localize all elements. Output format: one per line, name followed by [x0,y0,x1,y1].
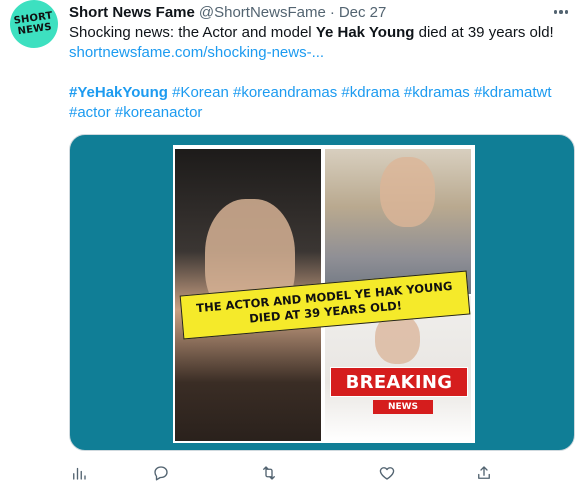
like-icon[interactable] [377,463,397,483]
text-prefix: Shocking news: the Actor and model [69,24,316,41]
reply-icon[interactable] [151,463,171,483]
hashtag[interactable]: #YeHakYoung [69,84,168,101]
tweet-text-line: Shocking news: the Actor and model Ye Ha… [69,23,569,43]
retweet-icon[interactable] [259,463,279,483]
hashtag[interactable]: #koreanactor [115,104,203,121]
author-handle[interactable]: @ShortNewsFame [199,4,326,21]
news-collage-image: THE ACTOR AND MODEL YE HAK YOUNG DIED AT… [173,145,475,443]
hashtags-line1: #YeHakYoung #Korean #koreandramas #kdram… [69,83,569,103]
more-options-icon[interactable] [551,2,571,22]
separator: · [329,3,335,21]
news-text: NEWS [387,402,419,412]
hashtag[interactable]: #kdrama [341,84,399,101]
breaking-label: BREAKING [330,367,468,397]
hashtags-line2: #actor #koreanactor [69,103,569,123]
tweet-date[interactable]: Dec 27 [339,4,387,21]
author-name[interactable]: Short News Fame [69,4,195,21]
tweet-actions [69,463,549,483]
hashtag[interactable]: #kdramas [404,84,470,101]
tweet-media[interactable]: THE ACTOR AND MODEL YE HAK YOUNG DIED AT… [69,134,575,451]
text-bold-name: Ye Hak Young [315,24,415,41]
avatar[interactable]: SHORT NEWS [6,0,62,52]
tweet-link[interactable]: shortnewsfame.com/shocking-news-... [69,43,569,63]
hashtag[interactable]: #actor [69,104,111,121]
news-tag: NEWS [373,400,433,414]
hashtag[interactable]: #kdramatwt [474,84,552,101]
breaking-text: BREAKING [345,371,453,393]
hashtag[interactable]: #Korean [172,84,229,101]
share-icon[interactable] [474,463,494,483]
tweet[interactable]: SHORT NEWS Short News Fame @ShortNewsFam… [0,0,586,493]
tweet-text: Shocking news: the Actor and model Ye Ha… [69,23,569,123]
analytics-icon[interactable] [69,463,89,483]
text-suffix: died at 39 years old! [414,24,554,41]
hashtag[interactable]: #koreandramas [233,84,337,101]
tweet-header: Short News Fame @ShortNewsFame · Dec 27 [69,2,386,22]
